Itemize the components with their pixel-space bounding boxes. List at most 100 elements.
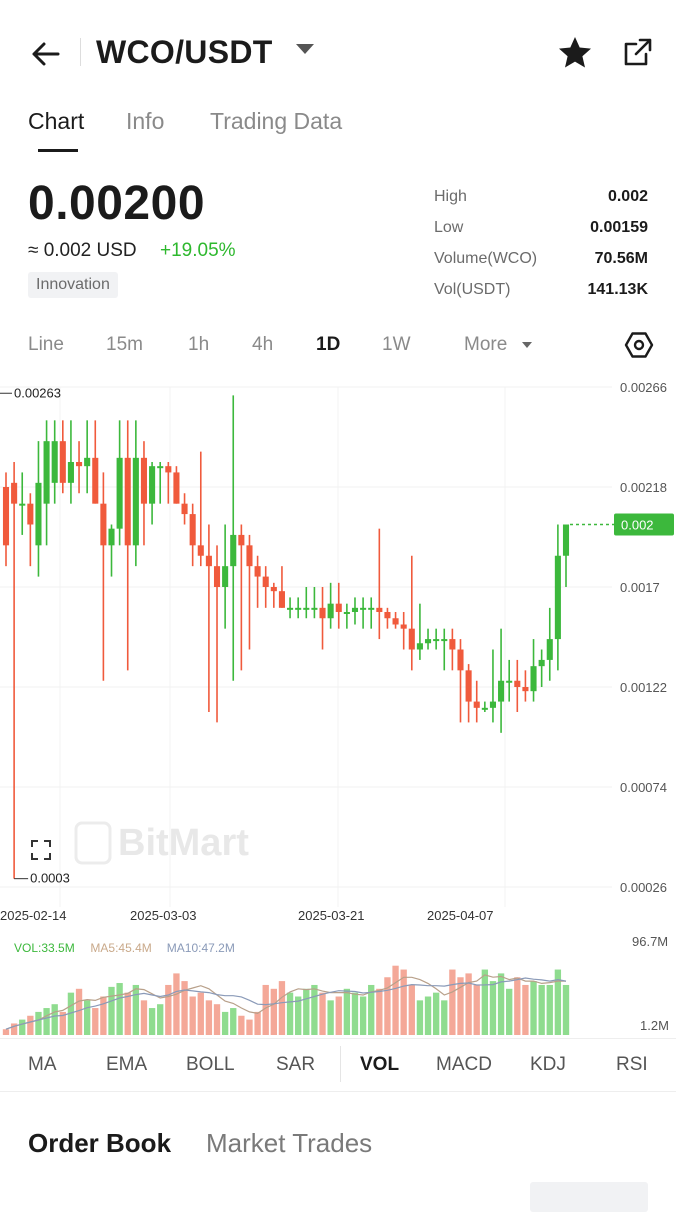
volume-bar [546,984,553,1035]
candle-body [181,503,188,515]
volume-bar [148,1008,156,1035]
indicator-bar [0,1038,676,1092]
candle-body [2,487,10,546]
volume-bar [221,1011,229,1035]
volume-bar [514,977,521,1035]
candle-body [84,457,91,467]
x-tick-label: 2025-03-03 [130,908,197,923]
candle-body [368,607,375,610]
active-tab-underline [38,149,78,152]
candlestick-chart[interactable]: 0.00266 0.00218 0.0017 0.00122 0.00074 0.0002… [0,375,676,935]
candle-body [76,462,83,467]
candle-body [351,607,359,612]
volume-bar [116,983,123,1035]
candle-body [554,555,561,640]
stat-vol-usdt-value: 141.13K [587,281,649,298]
indicator-rsi[interactable]: RSI [616,1054,648,1076]
tab-order-book[interactable]: Order Book [28,1128,171,1159]
volume-bar [489,981,497,1035]
stat-low-label: Low [434,219,464,236]
candle-body [295,607,302,610]
candle-body [108,528,115,546]
more-caret-icon[interactable] [522,342,532,348]
caret-down-icon[interactable] [296,44,314,54]
indicator-ema[interactable]: EMA [106,1054,147,1076]
candle-body [327,603,334,619]
y-tick-label: 0.00218 [620,480,667,495]
candle-body [254,566,261,577]
back-arrow-icon[interactable] [28,36,64,72]
candle-body [238,534,245,546]
y-tick-label: 0.00122 [620,680,667,695]
volume-bar [522,984,529,1035]
candle-body [481,707,488,710]
candle-body [67,462,74,483]
indicator-macd[interactable]: MACD [436,1054,492,1076]
last-price: 0.00200 [28,177,206,230]
timeframe-line[interactable]: Line [28,334,64,356]
candle-body [149,466,156,504]
indicator-ma[interactable]: MA [28,1054,57,1076]
timeframe-15m[interactable]: 15m [106,334,143,356]
candle-body [205,555,212,567]
stat-high-value: 0.002 [607,188,648,205]
settings-hexagon-icon[interactable] [624,330,654,360]
volume-bar [197,992,204,1035]
indicator-boll[interactable]: BOLL [186,1054,235,1076]
tab-market-trades[interactable]: Market Trades [206,1128,372,1159]
candle-body [522,687,529,692]
candle-body [116,457,123,529]
max-price-label: 0.00263 [14,385,61,400]
timeframe-1d[interactable]: 1D [316,334,340,356]
candle-body [457,649,464,671]
y-tick-label: 0.00266 [620,380,667,395]
indicator-vol[interactable]: VOL [360,1054,399,1076]
volume-bar [157,1004,164,1035]
candle-body [287,607,294,610]
star-icon[interactable] [556,34,594,72]
candle-body [278,591,285,608]
timeframe-1h[interactable]: 1h [188,334,209,356]
candle-body [498,680,505,702]
volume-bar [506,988,513,1035]
innovation-badge: Innovation [28,272,118,298]
candle-body [335,603,342,612]
volume-bar [359,996,367,1035]
stat-low-value: 0.00159 [590,219,648,236]
timeframe-1w[interactable]: 1W [382,334,411,356]
volume-bar [311,984,318,1035]
volume-bar [92,1008,99,1035]
volume-bar [416,1000,424,1035]
candle-body [35,482,42,546]
volume-max-label: 96.7M [632,934,668,949]
volume-bar [108,986,115,1035]
volume-legend-item: VOL:33.5M [14,941,75,955]
candle-body [562,524,570,556]
volume-chart: VOL:33.5M MA5:45.4M MA10:47.2M 96.7M 1.2M [2,934,669,1035]
fullscreen-icon[interactable] [28,837,54,863]
indicator-sar[interactable]: SAR [276,1054,315,1076]
volume-bar [376,988,383,1035]
pair-title[interactable]: WCO/USDT [96,34,273,71]
share-icon[interactable] [622,36,654,68]
timeframe-more[interactable]: More [464,334,507,356]
volume-bar [481,969,489,1035]
x-tick-label: 2025-04-07 [427,908,494,923]
stat-volume-label: Volume(WCO) [434,250,538,267]
watermark-logo-icon [74,821,112,865]
candle-body [408,628,415,650]
candle-body [506,680,513,683]
volume-bar [213,1004,221,1035]
volume-bar [408,984,415,1035]
tab-trading-data[interactable]: Trading Data [210,108,342,135]
tab-info[interactable]: Info [126,108,164,135]
volume-bar [327,1000,334,1035]
volume-bar [83,1000,91,1035]
price-precision-select[interactable] [530,1182,648,1212]
candle-body [43,441,50,504]
indicator-kdj[interactable]: KDJ [530,1054,566,1076]
timeframe-4h[interactable]: 4h [252,334,273,356]
candle-body [473,701,480,708]
tab-chart[interactable]: Chart [28,108,84,135]
volume-bar [35,1011,42,1035]
